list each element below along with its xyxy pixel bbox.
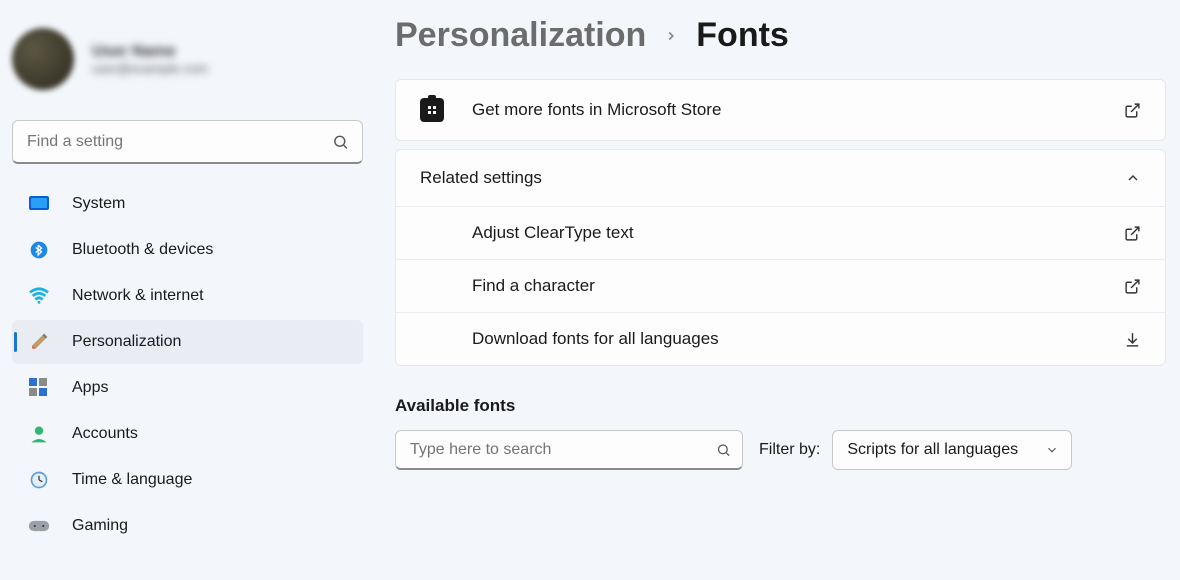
external-link-icon <box>1124 102 1141 119</box>
sidebar-item-bluetooth[interactable]: Bluetooth & devices <box>12 228 363 272</box>
sidebar-item-label: Bluetooth & devices <box>72 241 213 259</box>
related-header-label: Related settings <box>420 168 542 188</box>
profile-name: User Name <box>92 43 208 61</box>
monitor-icon <box>28 193 50 215</box>
download-icon <box>1124 331 1141 348</box>
sidebar-item-network[interactable]: Network & internet <box>12 274 363 318</box>
bluetooth-icon <box>28 239 50 261</box>
font-search-row: Filter by: Scripts for all languages <box>395 430 1166 470</box>
person-icon <box>28 423 50 445</box>
nav: System Bluetooth & devices Network & int… <box>12 182 363 548</box>
external-link-icon <box>1124 278 1141 295</box>
sidebar-item-label: Apps <box>72 379 108 397</box>
cleartype-label: Adjust ClearType text <box>472 223 634 243</box>
find-character-row[interactable]: Find a character <box>396 259 1165 312</box>
paintbrush-icon <box>28 331 50 353</box>
breadcrumb-current: Fonts <box>696 16 789 55</box>
filter-value: Scripts for all languages <box>847 441 1018 459</box>
profile-email: user@example.com <box>92 61 208 76</box>
related-header[interactable]: Related settings <box>396 150 1165 206</box>
chevron-right-icon <box>664 29 678 43</box>
wifi-icon <box>28 285 50 307</box>
sidebar-item-personalization[interactable]: Personalization <box>12 320 363 364</box>
sidebar-item-label: System <box>72 195 125 213</box>
sidebar-item-time[interactable]: Time & language <box>12 458 363 502</box>
profile-text: User Name user@example.com <box>92 43 208 76</box>
profile-section[interactable]: User Name user@example.com <box>12 18 363 100</box>
search-wrap <box>12 120 363 164</box>
download-fonts-label: Download fonts for all languages <box>472 329 719 349</box>
available-fonts-title: Available fonts <box>395 396 1166 416</box>
filter-select[interactable]: Scripts for all languages <box>832 430 1072 470</box>
sidebar-item-label: Gaming <box>72 517 128 535</box>
sidebar-item-apps[interactable]: Apps <box>12 366 363 410</box>
search-input[interactable] <box>12 120 363 164</box>
filter-label: Filter by: <box>759 441 820 459</box>
store-icon <box>420 98 444 122</box>
avatar[interactable] <box>12 28 74 90</box>
find-character-label: Find a character <box>472 276 595 296</box>
chevron-down-icon <box>1045 443 1059 457</box>
sidebar-item-system[interactable]: System <box>12 182 363 226</box>
apps-icon <box>28 377 50 399</box>
font-search-input[interactable] <box>395 430 743 470</box>
sidebar-item-label: Time & language <box>72 471 192 489</box>
chevron-up-icon <box>1125 170 1141 186</box>
download-fonts-row[interactable]: Download fonts for all languages <box>396 312 1165 365</box>
gamepad-icon <box>28 515 50 537</box>
sidebar: User Name user@example.com System Blueto… <box>0 0 375 580</box>
breadcrumb-parent[interactable]: Personalization <box>395 16 646 55</box>
store-label: Get more fonts in Microsoft Store <box>472 100 1096 120</box>
breadcrumb: Personalization Fonts <box>395 16 1166 55</box>
store-row[interactable]: Get more fonts in Microsoft Store <box>396 80 1165 140</box>
font-search <box>395 430 743 470</box>
external-link-icon <box>1124 225 1141 242</box>
sidebar-item-label: Accounts <box>72 425 138 443</box>
sidebar-item-accounts[interactable]: Accounts <box>12 412 363 456</box>
main: Personalization Fonts Get more fonts in … <box>375 0 1180 580</box>
sidebar-item-label: Personalization <box>72 333 181 351</box>
related-card: Related settings Adjust ClearType text F… <box>395 149 1166 366</box>
clock-icon <box>28 469 50 491</box>
cleartype-row[interactable]: Adjust ClearType text <box>396 206 1165 259</box>
sidebar-item-gaming[interactable]: Gaming <box>12 504 363 548</box>
sidebar-item-label: Network & internet <box>72 287 204 305</box>
search-icon <box>332 134 349 151</box>
search-icon <box>716 443 731 458</box>
store-card: Get more fonts in Microsoft Store <box>395 79 1166 141</box>
